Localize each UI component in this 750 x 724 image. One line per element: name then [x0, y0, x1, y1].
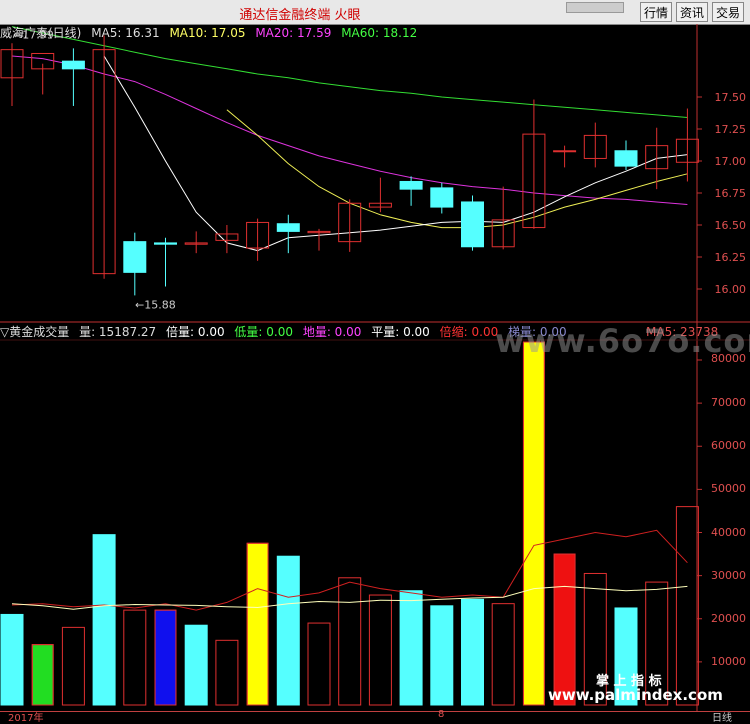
price-tick: 16.00 — [714, 283, 747, 296]
volume-tick: 40000 — [711, 526, 746, 539]
ma20-label: MA20: 17.59 — [255, 26, 332, 40]
volume-bar — [553, 553, 576, 706]
volume-bar — [0, 613, 24, 706]
volume-tick: 10000 — [711, 655, 746, 668]
watermark-6o7o: www.6o7o.com — [495, 322, 750, 360]
volume-bar — [430, 605, 454, 706]
volume-bar — [522, 341, 545, 706]
price-tick: 17.50 — [714, 91, 747, 104]
volume-tick: 50000 — [711, 482, 746, 495]
low-volume-stat: 低量: 0.00 — [234, 325, 293, 339]
candle-body — [61, 60, 85, 70]
ma5-label: MA5: 16.31 — [91, 26, 160, 40]
volume-bar — [491, 603, 515, 706]
price-tick: 16.50 — [714, 219, 747, 232]
ma20-line — [11, 55, 688, 205]
volume-bar — [154, 609, 177, 706]
price-tick: 17.00 — [714, 155, 747, 168]
volume-bar — [31, 644, 54, 706]
volume-bar — [92, 534, 116, 706]
candle-body — [276, 223, 300, 232]
volume-bar — [307, 622, 331, 706]
volume-tick: 30000 — [711, 569, 746, 582]
price-legend: 威海广泰(日线) MA5: 16.31 MA10: 17.05 MA20: 17… — [0, 26, 423, 40]
candle-body — [614, 150, 638, 167]
candle-body — [154, 242, 177, 245]
volume-bar — [461, 598, 484, 706]
volume-tick: 70000 — [711, 396, 746, 409]
ma10-line — [226, 109, 688, 229]
stock-name: 威海广泰(日线) — [0, 26, 82, 40]
volume-bar — [399, 590, 423, 706]
volume-bar — [215, 639, 239, 706]
volume-indicator-name: ▽黄金成交量 — [0, 325, 70, 339]
volume-bar — [368, 594, 392, 706]
low-price-label: ←15.88 — [135, 298, 176, 311]
volume-stat: 量: 15187.27 — [79, 325, 157, 339]
volume-bar — [61, 626, 85, 706]
volume-bar — [276, 555, 300, 706]
stock-chart[interactable]: ←17.99←15.88 — [0, 0, 750, 720]
candle-body — [430, 187, 454, 208]
candle-body — [399, 180, 423, 190]
volume-bar — [675, 506, 699, 706]
volume-bar — [123, 609, 147, 706]
volume-bar — [184, 624, 208, 706]
ma60-label: MA60: 18.12 — [341, 26, 418, 40]
price-tick: 16.25 — [714, 251, 747, 264]
candle-body — [461, 201, 484, 248]
double-shrink-stat: 倍缩: 0.00 — [439, 325, 499, 339]
ground-volume-stat: 地量: 0.00 — [302, 325, 362, 339]
period-label: 日线 — [712, 713, 732, 724]
volume-bar — [246, 542, 269, 706]
ma10-label: MA10: 17.05 — [169, 26, 246, 40]
price-tick: 17.25 — [714, 123, 747, 136]
flat-volume-stat: 平量: 0.00 — [371, 325, 430, 339]
candle-body — [553, 150, 577, 153]
volume-legend: ▽黄金成交量 量: 15187.27 倍量: 0.00 低量: 0.00 地量:… — [0, 325, 573, 339]
volume-tick: 20000 — [711, 612, 746, 625]
candle-body — [123, 241, 147, 273]
watermark-palmindex: www.palmindex.com — [548, 686, 723, 704]
double-volume-stat: 倍量: 0.00 — [166, 325, 225, 339]
month-marker: 8 — [438, 709, 445, 720]
ma5-line — [103, 55, 688, 252]
price-tick: 16.75 — [714, 187, 747, 200]
volume-tick: 60000 — [711, 439, 746, 452]
year-label: 2017年 — [8, 713, 44, 724]
volume-bar — [338, 577, 362, 706]
